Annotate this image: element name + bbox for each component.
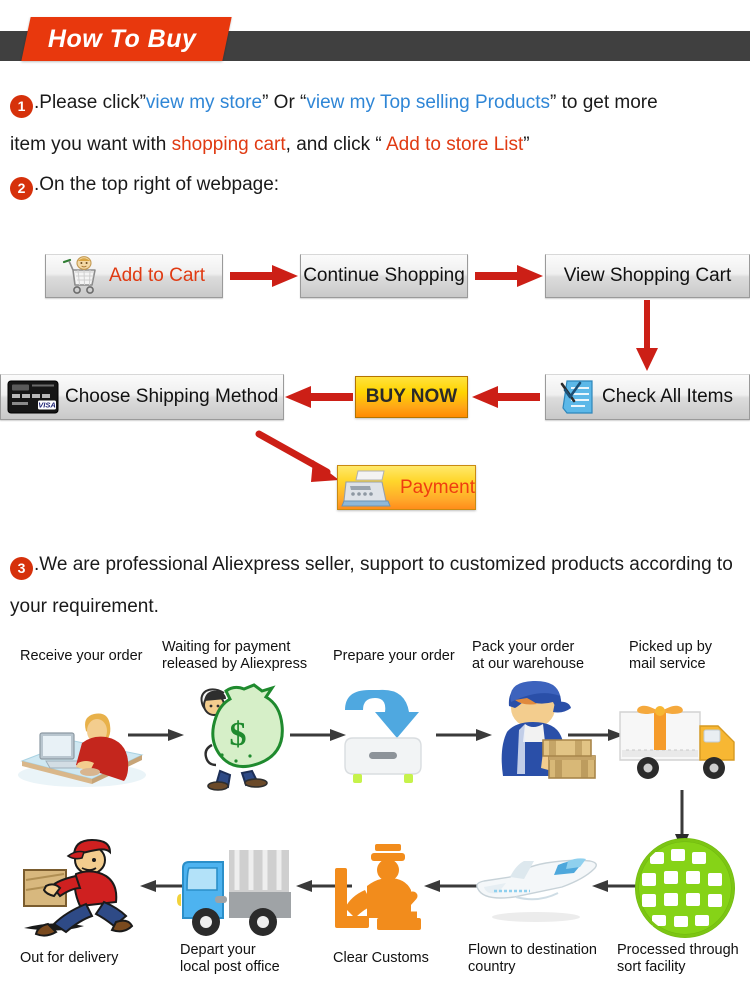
text-add-to-store-list: Add to store List <box>385 134 524 155</box>
flow-label-prepare-your-order: Prepare your order <box>333 648 473 665</box>
step-1-line2-mid: , and click “ <box>285 134 386 155</box>
step-2-label: .On the top right of webpage: <box>34 174 280 195</box>
add-to-cart-label: Add to Cart <box>108 265 206 286</box>
flow-label-flown-to-destination: Flown to destination country <box>468 942 628 976</box>
airplane-icon <box>476 858 597 922</box>
cash-register-icon <box>341 470 391 506</box>
flow-label-picked-up-by-mail-service: Picked up by mail service <box>629 639 749 673</box>
arrow-continue-to-viewcart <box>475 265 543 287</box>
text-shopping-cart: shopping cart <box>171 134 286 155</box>
download-box-icon <box>344 689 422 783</box>
flow-label-text: Out for delivery <box>20 950 119 966</box>
buy-now-label: BUY NOW <box>365 386 458 407</box>
link-view-top-selling-products[interactable]: view my Top selling Products <box>306 92 550 113</box>
step-2-text: 2 .On the top right of webpage: <box>10 164 746 206</box>
step-3-badge: 3 <box>10 557 33 580</box>
flow-label-waiting-for-payment: Waiting for payment released by Aliexpre… <box>162 639 322 673</box>
check-all-items-label: Check All Items <box>602 386 733 407</box>
add-to-cart-button[interactable]: Add to Cart <box>45 254 223 298</box>
step-3-line2: your requirement. <box>10 596 159 617</box>
money-bag-icon: $ <box>200 683 284 791</box>
choose-shipping-method-label: Choose Shipping Method <box>65 386 279 407</box>
flow-label-text-2: released by Aliexpress <box>162 656 308 672</box>
view-shopping-cart-button[interactable]: View Shopping Cart <box>545 254 750 298</box>
post-truck-icon <box>177 850 291 936</box>
flow-label-text: Receive your order <box>20 648 143 664</box>
flow-label-text-2: at our warehouse <box>472 656 585 672</box>
flow-label-text: Clear Customs <box>333 950 429 966</box>
arrow-checkitems-to-buynow <box>472 386 540 408</box>
step-1-text: 1 .Please click”view my store” Or “view m… <box>10 82 746 166</box>
flow-label-text-2: country <box>468 959 516 975</box>
svg-text:VISA: VISA <box>38 401 56 410</box>
flow-label-text: Picked up by <box>629 639 713 655</box>
continue-shopping-button[interactable]: Continue Shopping <box>300 254 468 298</box>
flow-arrow-1 <box>128 729 184 741</box>
flow-label-text-2: mail service <box>629 656 706 672</box>
step-1-line2-pre: item you want with <box>10 134 172 155</box>
customs-officer-icon <box>335 844 421 930</box>
globe-grid-icon <box>635 838 735 938</box>
page-title: How To Buy <box>48 24 197 53</box>
flow-label-clear-customs: Clear Customs <box>333 950 463 967</box>
flow-arrow-3 <box>436 729 492 741</box>
step-1-line2-post: ” <box>523 134 530 155</box>
step-1-line1-pre: .Please click” <box>34 92 146 113</box>
view-shopping-cart-label: View Shopping Cart <box>563 265 732 286</box>
flow-label-receive-your-order: Receive your order <box>20 648 160 665</box>
flow-label-text: Waiting for payment <box>162 639 291 655</box>
courier-running-icon <box>23 838 134 937</box>
arrow-buynow-to-shipping <box>285 386 353 408</box>
flow-label-text: Depart your <box>180 942 256 958</box>
step-1-badge: 1 <box>10 95 33 118</box>
step-1-line1-post: ” to get more <box>549 92 658 113</box>
flow-label-text-2: sort facility <box>617 959 686 975</box>
step-3-text: 3 .We are professional Aliexpress seller,… <box>10 544 746 628</box>
choose-shipping-method-button[interactable]: VISA Choose Shipping Method <box>0 374 284 420</box>
step-2-badge: 2 <box>10 177 33 200</box>
payment-label: Payment <box>400 476 475 498</box>
arrow-cart-to-continue <box>230 265 298 287</box>
check-all-items-button[interactable]: Check All Items <box>545 374 750 420</box>
flow-label-text: Flown to destination <box>468 942 597 958</box>
flow-label-text-2: local post office <box>180 959 280 975</box>
flow-label-processed-through-sort-facility: Processed through sort facility <box>617 942 750 976</box>
flow-label-text: Prepare your order <box>333 648 455 664</box>
shopping-cart-icon <box>62 256 96 294</box>
step-1-line1-mid: ” Or “ <box>262 92 307 113</box>
step-3-line1: .We are professional Aliexpress seller, … <box>34 554 733 575</box>
flow-label-text: Pack your order <box>472 639 575 655</box>
checklist-icon <box>560 380 593 414</box>
svg-text:$: $ <box>230 716 247 753</box>
flow-label-out-for-delivery: Out for delivery <box>20 950 160 967</box>
link-view-my-store[interactable]: view my store <box>146 92 262 113</box>
buy-now-button[interactable]: BUY NOW <box>355 376 468 418</box>
arrow-viewcart-to-checkitems <box>636 300 658 371</box>
continue-shopping-label: Continue Shopping <box>303 265 465 286</box>
flow-label-depart-local-post-office: Depart your local post office <box>180 942 330 976</box>
payment-button[interactable]: Payment <box>337 465 476 510</box>
credit-card-icon: VISA <box>7 380 59 414</box>
page-title-tag: How To Buy <box>21 17 232 61</box>
delivery-truck-icon <box>619 705 735 779</box>
flow-label-text: Processed through <box>617 942 739 958</box>
flow-label-pack-your-order: Pack your order at our warehouse <box>472 639 617 673</box>
